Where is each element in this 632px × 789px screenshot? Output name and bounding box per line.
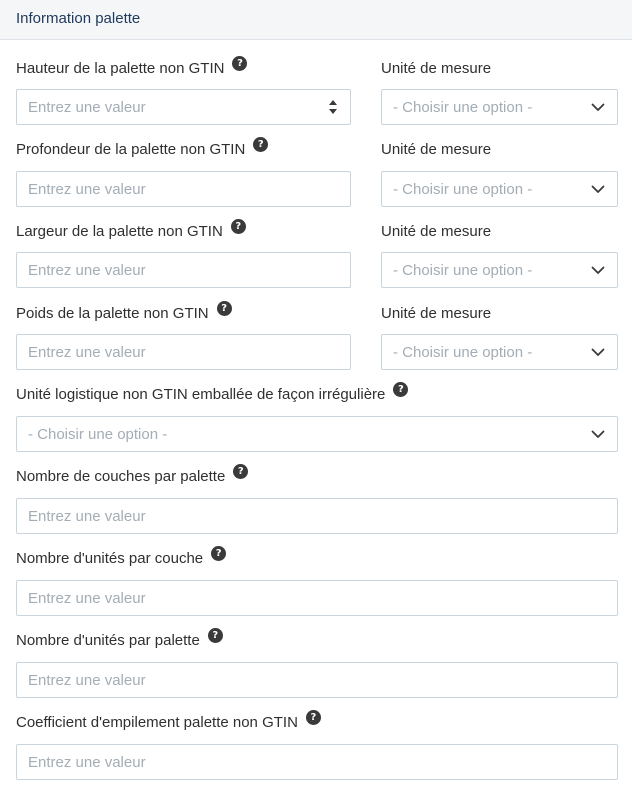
stacking-coefficient-input[interactable] [17, 745, 617, 779]
height-field[interactable] [16, 89, 351, 125]
depth-input[interactable] [17, 172, 350, 206]
stacking-coefficient-field[interactable] [16, 744, 618, 780]
units-per-layer-label: Nombre d'unités par couche ? [16, 546, 227, 567]
height-input[interactable] [17, 90, 328, 124]
weight-unit-label: Unité de mesure [381, 305, 492, 322]
panel-title: Information palette [16, 10, 141, 27]
question-mark-icon[interactable]: ? [232, 56, 248, 71]
question-mark-icon[interactable]: ? [305, 710, 321, 725]
width-unit-select-value: - Choisir une option - [393, 261, 533, 279]
weight-field[interactable] [16, 334, 351, 370]
stacking-coefficient-label-text: Coefficient d'empilement palette non GTI… [16, 714, 298, 731]
height-unit-select-value: - Choisir une option - [393, 98, 533, 116]
chevron-down-icon [591, 266, 605, 274]
weight-input[interactable] [17, 335, 350, 369]
layers-per-pallet-label: Nombre de couches par palette ? [16, 464, 249, 485]
width-label: Largeur de la palette non GTIN ? [16, 219, 246, 240]
question-mark-icon[interactable]: ? [216, 301, 232, 316]
units-per-layer-input[interactable] [17, 581, 617, 615]
chevron-down-icon [591, 348, 605, 356]
layers-per-pallet-label-text: Nombre de couches par palette [16, 468, 226, 485]
depth-label-text: Profondeur de la palette non GTIN [16, 141, 246, 158]
question-mark-icon[interactable]: ? [211, 546, 227, 561]
width-unit-select[interactable]: - Choisir une option - [381, 252, 618, 288]
depth-field[interactable] [16, 171, 351, 207]
weight-label-text: Poids de la palette non GTIN [16, 305, 209, 322]
irregular-select-value: - Choisir une option - [28, 425, 168, 443]
question-mark-icon[interactable]: ? [393, 382, 409, 397]
depth-unit-label: Unité de mesure [381, 141, 492, 158]
question-mark-icon[interactable]: ? [207, 628, 223, 643]
weight-unit-select-value: - Choisir une option - [393, 343, 533, 361]
width-unit-label: Unité de mesure [381, 223, 492, 240]
width-label-text: Largeur de la palette non GTIN [16, 223, 223, 240]
weight-unit-select[interactable]: - Choisir une option - [381, 334, 618, 370]
question-mark-icon[interactable]: ? [230, 219, 246, 234]
height-label-text: Hauteur de la palette non GTIN [16, 60, 225, 77]
stepper-arrows-icon[interactable] [328, 99, 338, 115]
layers-per-pallet-input[interactable] [17, 499, 617, 533]
layers-per-pallet-field[interactable] [16, 498, 618, 534]
height-unit-select[interactable]: - Choisir une option - [381, 89, 618, 125]
units-per-layer-label-text: Nombre d'unités par couche [16, 550, 204, 567]
irregular-label-text: Unité logistique non GTIN emballée de fa… [16, 386, 386, 403]
units-per-pallet-field[interactable] [16, 662, 618, 698]
units-per-pallet-input[interactable] [17, 663, 617, 697]
irregular-select[interactable]: - Choisir une option - [16, 416, 618, 452]
chevron-down-icon [591, 430, 605, 438]
chevron-down-icon [591, 103, 605, 111]
stacking-coefficient-label: Coefficient d'empilement palette non GTI… [16, 710, 321, 731]
depth-unit-select-value: - Choisir une option - [393, 180, 533, 198]
height-unit-label: Unité de mesure [381, 60, 492, 77]
irregular-label: Unité logistique non GTIN emballée de fa… [16, 382, 409, 403]
question-mark-icon[interactable]: ? [233, 464, 249, 479]
weight-label: Poids de la palette non GTIN ? [16, 301, 232, 322]
units-per-pallet-label: Nombre d'unités par palette ? [16, 628, 223, 649]
depth-unit-select[interactable]: - Choisir une option - [381, 171, 618, 207]
question-mark-icon[interactable]: ? [253, 137, 269, 152]
height-label: Hauteur de la palette non GTIN ? [16, 56, 248, 77]
panel-header: Information palette [0, 0, 632, 40]
width-field[interactable] [16, 252, 351, 288]
chevron-down-icon [591, 185, 605, 193]
depth-label: Profondeur de la palette non GTIN ? [16, 137, 269, 158]
units-per-pallet-label-text: Nombre d'unités par palette [16, 632, 200, 649]
units-per-layer-field[interactable] [16, 580, 618, 616]
width-input[interactable] [17, 253, 350, 287]
